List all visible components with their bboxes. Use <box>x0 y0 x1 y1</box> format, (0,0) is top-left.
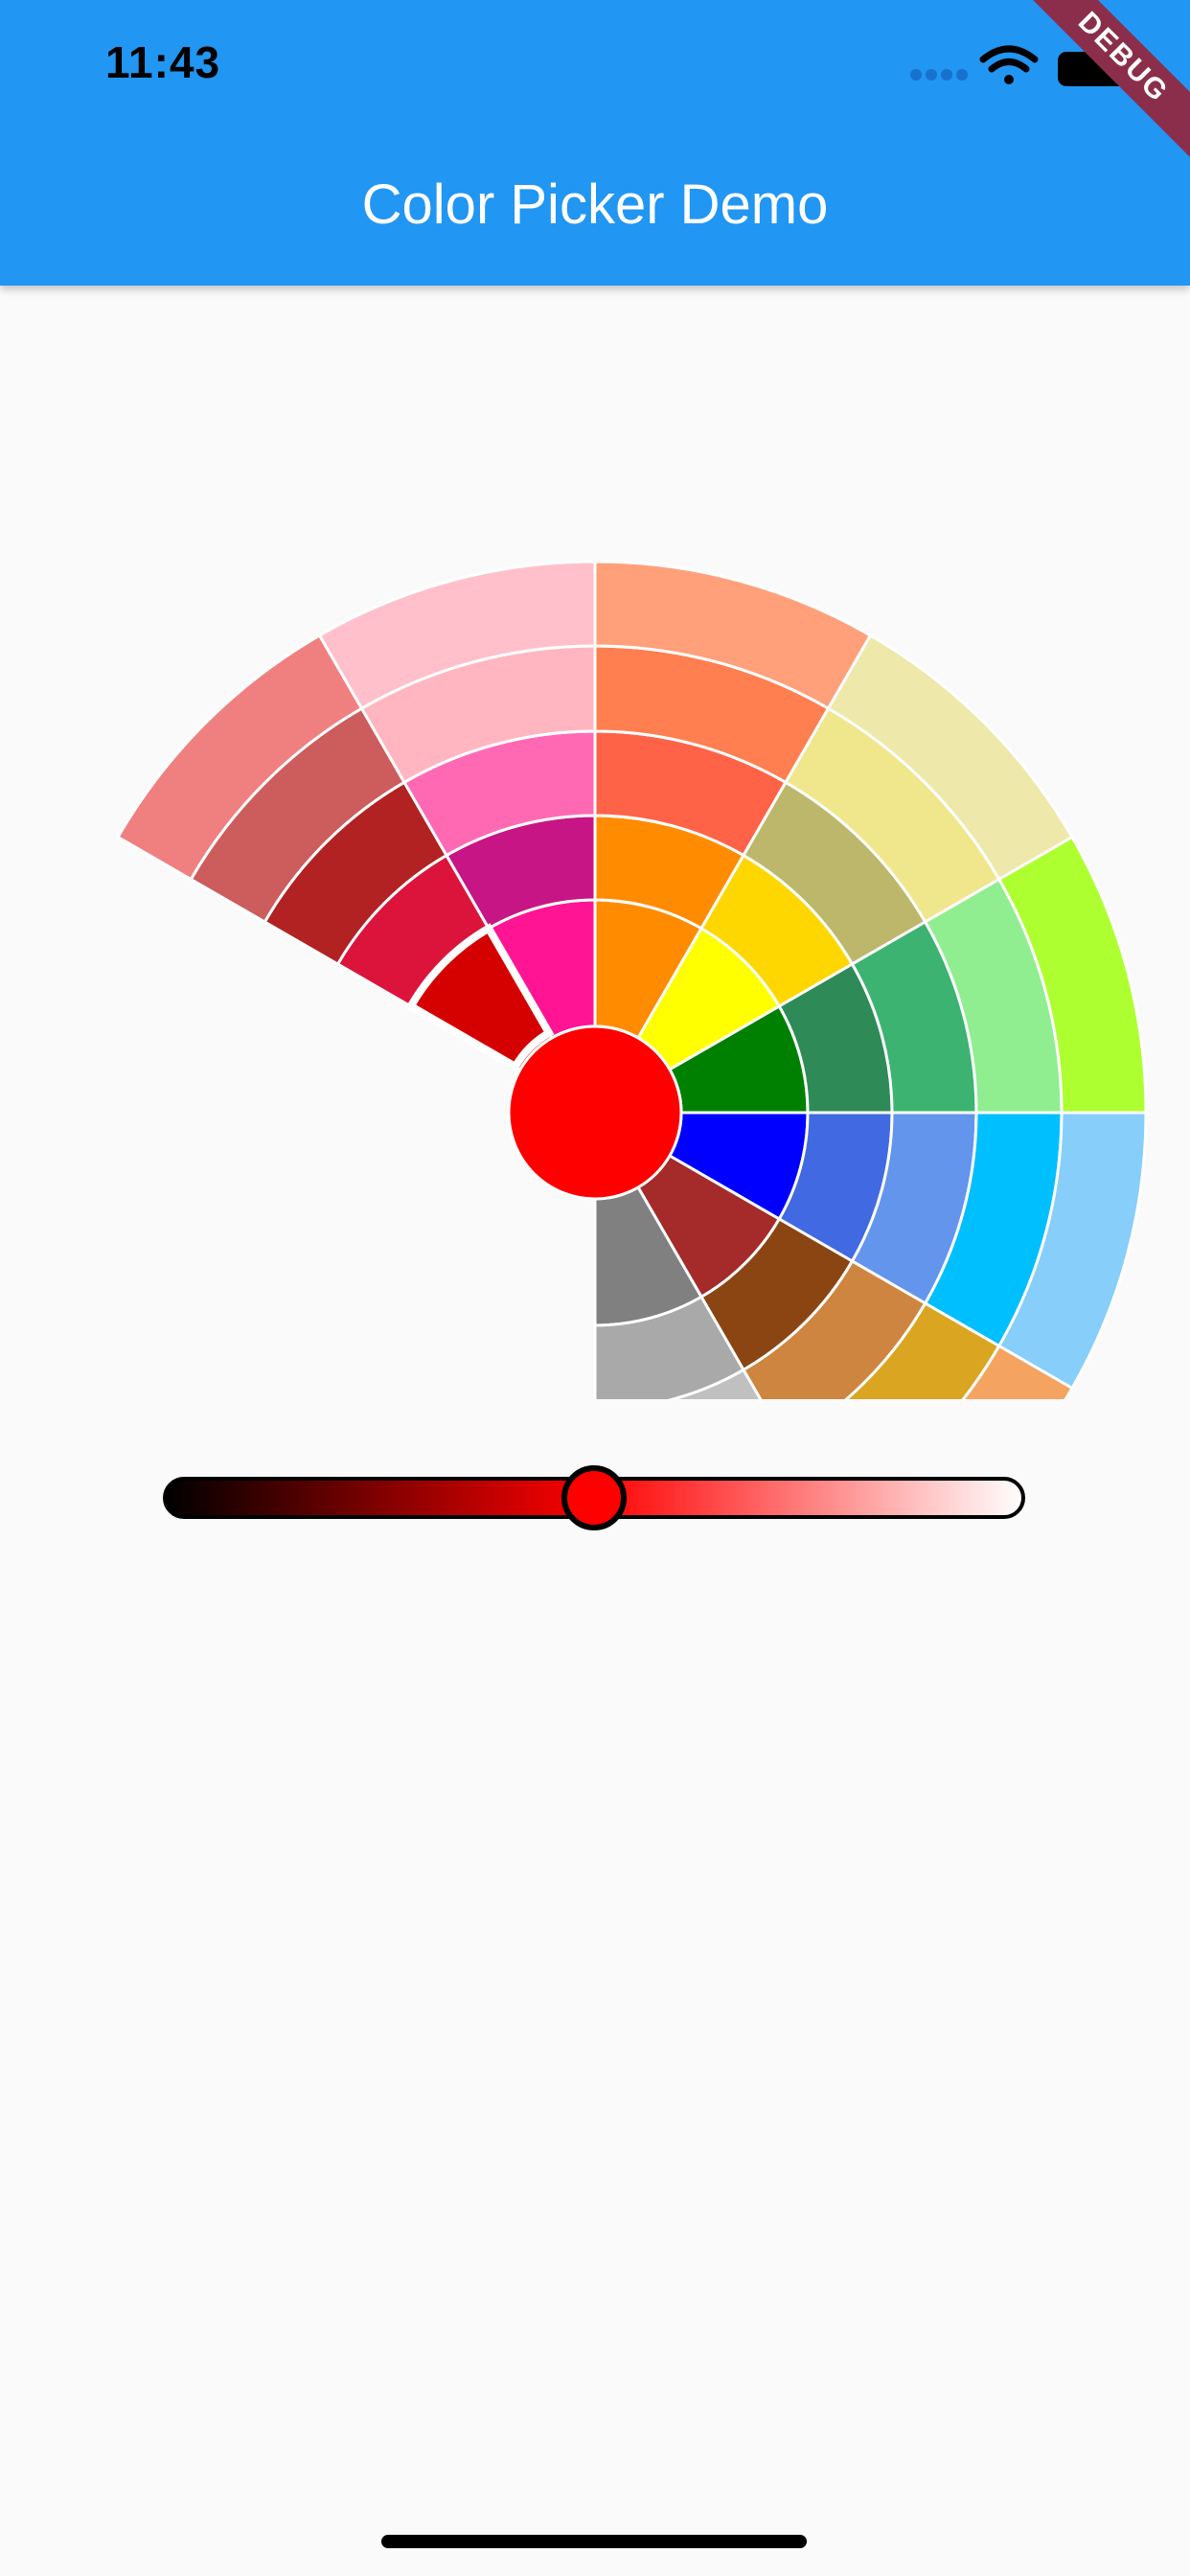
color-wheel[interactable] <box>0 537 1190 1399</box>
selected-color-preview <box>507 1024 683 1201</box>
debug-banner: DEBUG <box>1018 0 1190 172</box>
status-time: 11:43 <box>105 37 221 87</box>
signal-dots-icon <box>910 69 968 80</box>
home-indicator <box>381 2535 807 2548</box>
brightness-slider[interactable] <box>0 1438 1190 1562</box>
app-bar: 11:43 Color Picker Demo <box>0 0 1190 286</box>
debug-label: DEBUG <box>1018 0 1190 172</box>
slider-thumb[interactable] <box>561 1465 627 1530</box>
app-title: Color Picker Demo <box>361 173 829 236</box>
